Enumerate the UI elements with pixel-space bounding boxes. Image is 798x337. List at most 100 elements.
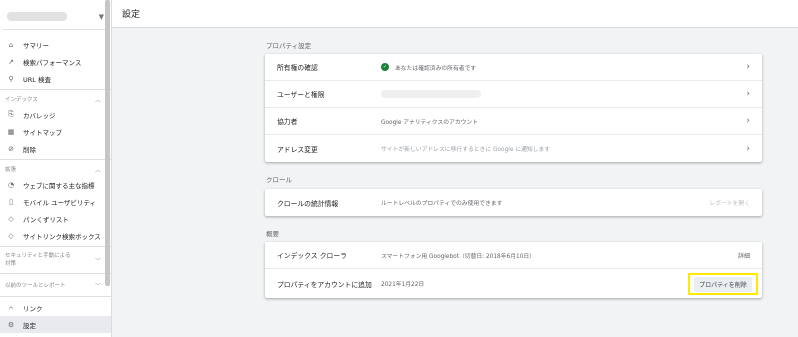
coverage-icon: ⎘ (8, 110, 14, 118)
divider (0, 246, 111, 247)
row-value: サイトが新しいアドレスに移行するときに Google に通知します (381, 147, 551, 153)
open-report-button[interactable]: レポートを開く (709, 198, 750, 207)
row-label: プロパティをアカウントに追加 (277, 280, 372, 289)
row-value (381, 90, 481, 98)
row-label: 所有権の確認 (277, 64, 318, 72)
page-title: 設定 (122, 10, 141, 20)
sidebar-item-label: リンク (23, 304, 43, 313)
sidebar-item-removals[interactable]: ⊘ 削除 (0, 140, 111, 157)
sidebar-item-label: URL 検査 (23, 75, 51, 84)
remove-property-button-highlight[interactable]: プロパティを削除 (688, 273, 758, 295)
section-title: 以前のツールとレポート (5, 283, 66, 289)
sidebar-item-sitelinks-searchbox[interactable]: ◇ サイトリンク検索ボックス (0, 227, 111, 244)
section-title-crawl: クロール (266, 176, 292, 184)
chevron-up-icon: ︿ (94, 96, 101, 104)
sidebar-item-summary[interactable]: ⌂ サマリー (0, 36, 111, 53)
divider (0, 296, 111, 297)
sidebar-item-breadcrumbs[interactable]: ◇ パンくずリスト (0, 210, 111, 227)
row-change-of-address[interactable]: アドレス変更 サイトが新しいアドレスに移行するときに Google に通知します… (265, 135, 762, 162)
divider (0, 159, 111, 160)
trending-icon: ↗ (8, 57, 14, 66)
property-selector[interactable]: ▼ (3, 4, 108, 30)
crawl-card: クロールの統計情報 ルートレベルのプロパティでのみ使用できます レポートを開く (265, 189, 762, 216)
section-title: 拡張 (5, 167, 17, 173)
chevron-right-icon: › (746, 62, 750, 72)
sidebar-item-label: 削除 (23, 145, 36, 154)
section-header-index[interactable]: インデックス ︿ (0, 92, 111, 106)
sidebar-item-web-vitals[interactable]: ◔ ウェブに関する主な指標 (0, 176, 111, 193)
chevron-right-icon: › (746, 116, 750, 126)
sidebar-item-label: サイトリンク検索ボックス (23, 232, 101, 241)
row-value: スマートフォン用 Googlebot（切替日: 2018年6月10日） (381, 253, 535, 260)
sidebar-nav: ⌂ サマリー ↗ 検索パフォーマンス ⚲ URL 検査 インデックス ︿ ⎘ カ… (0, 30, 111, 333)
search-icon: ⚲ (8, 74, 14, 83)
remove-property-button[interactable]: プロパティを削除 (694, 276, 752, 292)
row-label: ユーザーと権限 (277, 91, 325, 99)
section-title: インデックス (5, 97, 38, 103)
section-title-line: 対策 (5, 261, 17, 267)
row-label: アドレス変更 (277, 145, 318, 154)
row-value-text: あなたは確認済みの所有者です (395, 65, 477, 72)
sidebar-item-sitemaps[interactable]: ▦ サイトマップ (0, 123, 111, 140)
row-value: ✓ あなたは確認済みの所有者です (381, 63, 476, 72)
diamond-icon: ◇ (8, 214, 14, 223)
sidebar-item-label: ウェブに関する主な指標 (23, 181, 95, 190)
chevron-down-icon: ﹀ (94, 257, 101, 265)
chevron-right-icon: › (746, 143, 750, 154)
diamond-icon: ◇ (8, 231, 14, 240)
row-indexing-crawler: インデックス クローラ スマートフォン用 Googlebot（切替日: 2018… (265, 242, 762, 269)
chevron-right-icon: › (746, 89, 750, 99)
chevron-down-icon: ▼ (98, 12, 104, 21)
divider (0, 89, 111, 90)
row-users-permissions[interactable]: ユーザーと権限 › (265, 81, 762, 108)
row-crawl-stats: クロールの統計情報 ルートレベルのプロパティでのみ使用できます レポートを開く (265, 189, 762, 216)
sidebar-item-label: モバイル ユーザビリティ (23, 198, 97, 207)
row-property-added: プロパティをアカウントに追加 2021年1月22日 プロパティを削除 (265, 269, 762, 298)
header: 設定 (112, 0, 798, 28)
redacted-value (381, 90, 481, 98)
divider (0, 273, 111, 274)
row-label: クロールの統計情報 (277, 199, 339, 208)
section-title: セキュリティと手動による 対策 (5, 252, 71, 268)
row-label: 協力者 (277, 118, 298, 126)
property-settings-card: 所有権の確認 ✓ あなたは確認済みの所有者です › ユーザーと権限 › 協力者 … (265, 54, 762, 162)
links-icon: ⑃ (8, 303, 14, 312)
mobile-icon: ▯ (9, 197, 13, 206)
eye-off-icon: ⊘ (8, 144, 14, 153)
sidebar-item-url-inspection[interactable]: ⚲ URL 検査 (0, 70, 111, 87)
chevron-up-icon: ︿ (94, 166, 101, 174)
sidebar-item-label: 検索パフォーマンス (23, 58, 82, 67)
row-value: 2021年1月22日 (381, 282, 425, 288)
sidebar-item-settings[interactable]: ⚙ 設定 (0, 316, 111, 333)
section-header-security[interactable]: セキュリティと手動による 対策 ﹀ (0, 249, 111, 271)
sidebar-item-coverage[interactable]: ⎘ カバレッジ (0, 106, 111, 123)
gear-icon: ⚙ (7, 320, 15, 329)
sidebar-scrollbar[interactable] (105, 0, 110, 286)
section-title-about: 概要 (266, 230, 279, 238)
sidebar-item-label: サマリー (23, 41, 49, 50)
property-name-redacted (7, 12, 67, 21)
section-title-property-settings: プロパティ設定 (266, 42, 312, 50)
main-content: プロパティ設定 所有権の確認 ✓ あなたは確認済みの所有者です › ユーザーと権… (112, 28, 798, 337)
sidebar-item-label: カバレッジ (23, 111, 56, 120)
sidebar-item-label: パンくずリスト (23, 215, 69, 224)
sidebar: ▼ ⌂ サマリー ↗ 検索パフォーマンス ⚲ URL 検査 インデックス ︿ ⎘… (0, 0, 112, 337)
row-ownership[interactable]: 所有権の確認 ✓ あなたは確認済みの所有者です › (265, 54, 762, 81)
sidebar-item-mobile-usability[interactable]: ▯ モバイル ユーザビリティ (0, 193, 111, 210)
chevron-down-icon: ﹀ (94, 282, 101, 290)
row-associations[interactable]: 協力者 Google アナリティクスのアカウント › (265, 108, 762, 135)
row-value: ルートレベルのプロパティでのみ使用できます (381, 201, 503, 207)
section-header-enhancements[interactable]: 拡張 ︿ (0, 162, 111, 176)
sitemap-icon: ▦ (7, 127, 15, 136)
home-icon: ⌂ (8, 40, 14, 49)
sidebar-item-links[interactable]: ⑃ リンク (0, 299, 111, 316)
details-link[interactable]: 詳細 (738, 251, 750, 260)
speed-icon: ◔ (7, 180, 15, 189)
sidebar-item-performance[interactable]: ↗ 検索パフォーマンス (0, 53, 111, 70)
row-label: インデックス クローラ (277, 252, 347, 260)
check-circle-icon: ✓ (381, 63, 389, 71)
sidebar-item-label: 設定 (23, 321, 36, 330)
row-value: Google アナリティクスのアカウント (381, 119, 479, 126)
section-header-legacy[interactable]: 以前のツールとレポート ﹀ (0, 276, 111, 294)
section-title-line: セキュリティと手動による (5, 253, 71, 259)
